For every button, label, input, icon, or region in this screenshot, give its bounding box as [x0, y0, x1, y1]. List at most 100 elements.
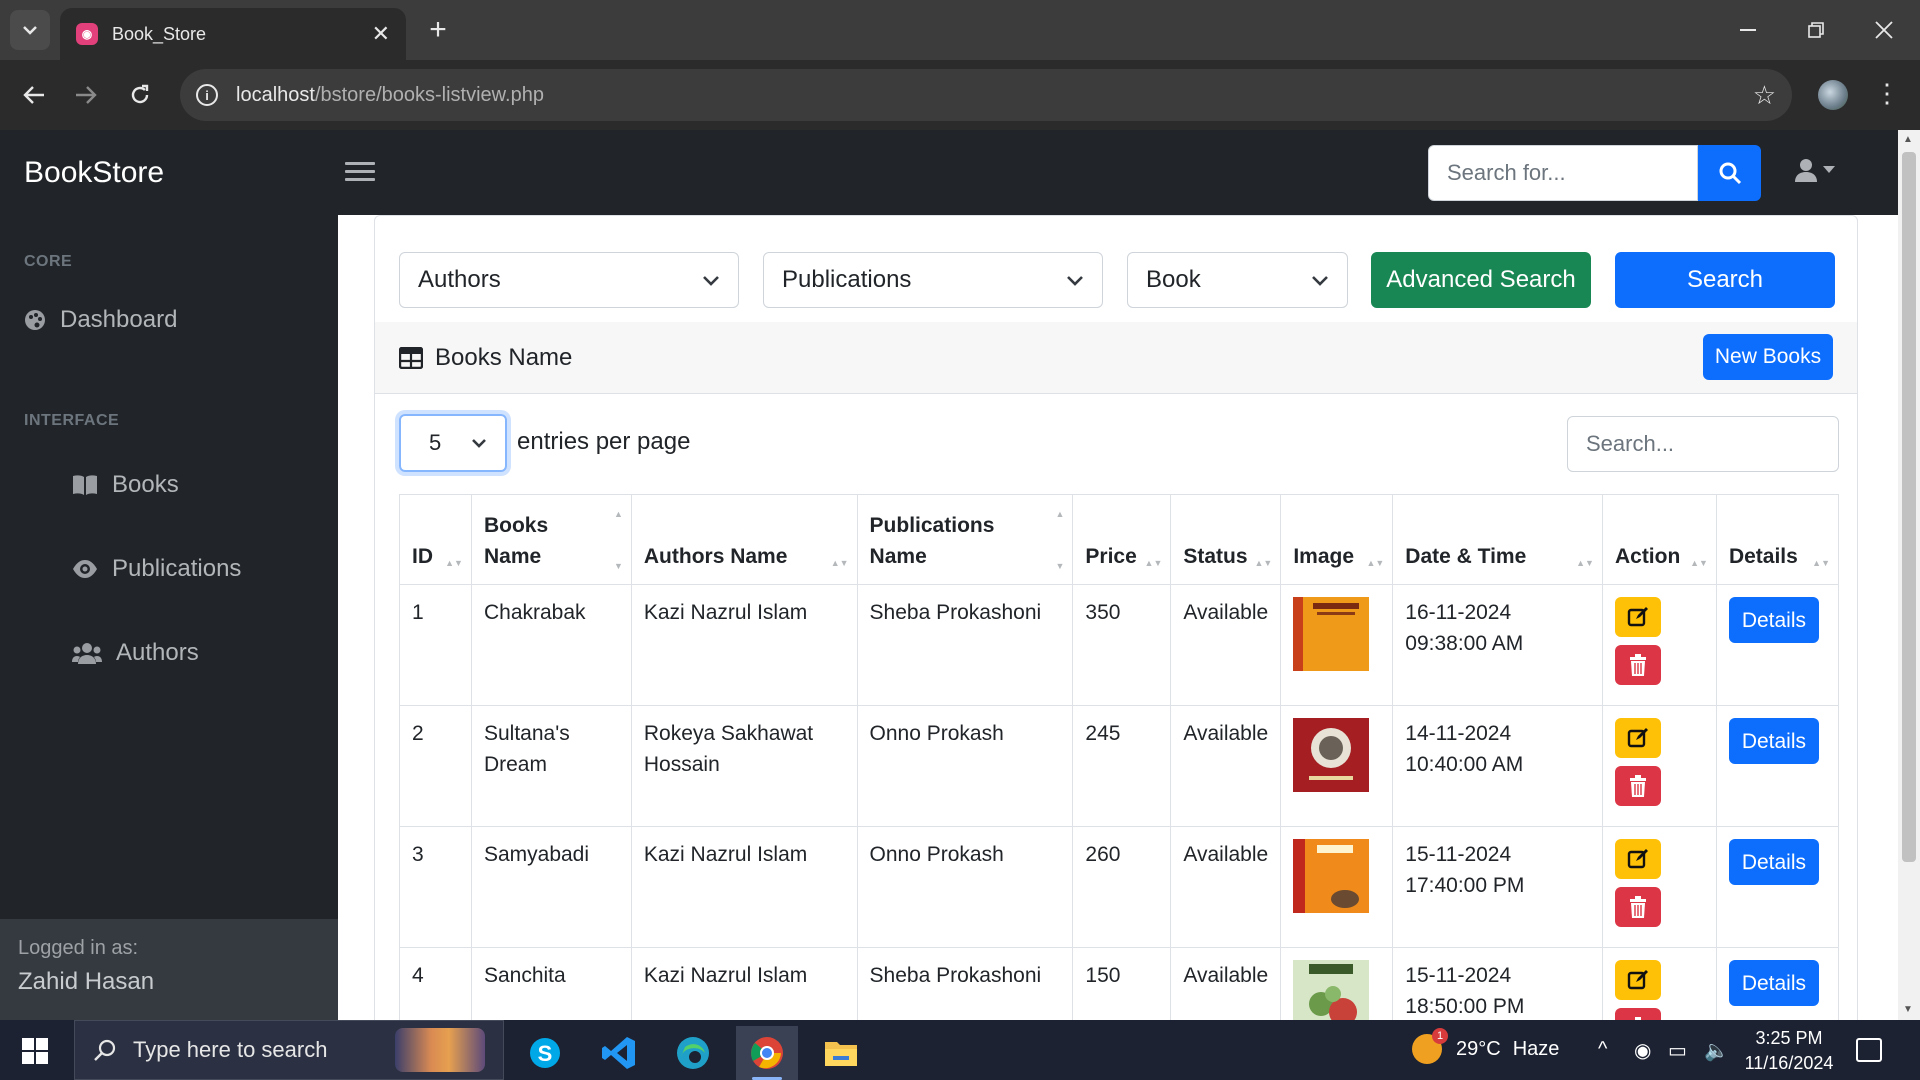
delete-button[interactable]: [1614, 1008, 1661, 1020]
sort-icon: ▲▼: [1254, 558, 1273, 568]
col-header-price[interactable]: Price ▲▼: [1072, 494, 1172, 585]
url-path: /bstore/books-listview.php: [314, 83, 544, 106]
restore-button[interactable]: [1796, 10, 1836, 50]
col-header-authors-name[interactable]: Authors Name ▲▼: [630, 494, 858, 585]
minimize-button[interactable]: [1728, 10, 1768, 50]
edit-button[interactable]: [1614, 839, 1661, 879]
weather-sun-icon: 1: [1412, 1028, 1448, 1064]
cell-author: Kazi Nazrul Islam: [630, 584, 858, 706]
cell-details: Details: [1715, 947, 1840, 1020]
details-button[interactable]: Details: [1728, 597, 1819, 643]
cell-book-name: Samyabadi: [470, 826, 632, 948]
sidebar-item-dashboard[interactable]: Dashboard: [24, 306, 177, 334]
svg-text:S: S: [538, 1041, 553, 1066]
sidebar-item-label: Authors: [116, 639, 199, 666]
users-icon: [72, 642, 102, 664]
scrollbar-thumb[interactable]: [1902, 152, 1916, 862]
edit-icon: [1627, 849, 1648, 869]
cell-publication: Sheba Prokashoni: [856, 947, 1074, 1020]
taskbar-search[interactable]: Type here to search: [74, 1020, 504, 1080]
col-header-publications-name[interactable]: Publications Name ▲ ▼: [856, 494, 1074, 585]
close-icon: [1875, 21, 1893, 39]
delete-button[interactable]: [1614, 887, 1661, 927]
sidebar-item-books[interactable]: Books: [72, 471, 179, 499]
edit-button[interactable]: [1614, 718, 1661, 758]
details-button[interactable]: Details: [1728, 960, 1819, 1006]
col-header-books-name[interactable]: Books Name ▲ ▼: [470, 494, 632, 585]
details-button[interactable]: Details: [1728, 839, 1819, 885]
browser-tab[interactable]: ◉ Book_Store ✕: [60, 8, 406, 60]
chrome-app-icon[interactable]: [736, 1026, 798, 1080]
notification-icon[interactable]: [1856, 1038, 1882, 1062]
chevron-down-icon: [703, 275, 719, 286]
col-header-date-time[interactable]: Date & Time ▲▼: [1392, 494, 1603, 585]
vscode-app-icon[interactable]: [588, 1026, 650, 1080]
restore-icon: [1808, 22, 1824, 38]
page-scrollbar[interactable]: ▲ ▼: [1898, 130, 1920, 1020]
user-dropdown[interactable]: [1795, 158, 1835, 182]
site-info-icon[interactable]: i: [196, 84, 218, 106]
address-bar[interactable]: i localhost/bstore/books-listview.php ☆: [180, 69, 1792, 121]
advanced-search-button[interactable]: Advanced Search: [1371, 252, 1591, 308]
col-header-action[interactable]: Action ▲▼: [1601, 494, 1717, 585]
url-text[interactable]: localhost/bstore/books-listview.php: [236, 84, 1753, 107]
cell-status: Available: [1170, 584, 1282, 706]
date-text: 16-11-2024: [1405, 601, 1512, 624]
back-button[interactable]: [14, 75, 54, 115]
clock-time: 3:25 PM: [1755, 1028, 1823, 1048]
reload-button[interactable]: [120, 75, 160, 115]
table-search-input[interactable]: [1567, 416, 1839, 472]
taskbar-clock[interactable]: 3:25 PM 11/16/2024: [1734, 1026, 1844, 1076]
tray-chevron-up-icon[interactable]: ^: [1598, 1038, 1607, 1061]
details-button[interactable]: Details: [1728, 718, 1819, 764]
sidebar-toggle-icon[interactable]: [345, 156, 375, 186]
cell-price: 245: [1072, 705, 1172, 827]
search-button[interactable]: Search: [1615, 252, 1835, 308]
browser-menu-icon[interactable]: ⋮: [1872, 78, 1902, 109]
close-window-button[interactable]: [1864, 10, 1904, 50]
edit-button[interactable]: [1614, 597, 1661, 637]
tab-close-icon[interactable]: ✕: [372, 21, 390, 47]
delete-button[interactable]: [1614, 645, 1661, 685]
sidebar-item-authors[interactable]: Authors: [72, 639, 199, 667]
sort-icon: ▲▼: [1144, 558, 1163, 568]
file-explorer-app-icon[interactable]: [810, 1026, 872, 1080]
edge-app-icon[interactable]: [662, 1026, 724, 1080]
col-header-label: Details: [1728, 545, 1798, 568]
col-header-image[interactable]: Image ▲▼: [1280, 494, 1394, 585]
col-header-details[interactable]: Details ▲▼: [1715, 494, 1840, 585]
cell-status: Available: [1170, 826, 1282, 948]
scroll-up-icon[interactable]: ▲: [1903, 134, 1913, 145]
weather-widget[interactable]: 1 29°C Haze: [1412, 1028, 1559, 1064]
cell-status: Available: [1170, 705, 1282, 827]
delete-button[interactable]: [1614, 766, 1661, 806]
navbar-search-button[interactable]: [1698, 145, 1761, 201]
windows-start-icon[interactable]: [22, 1038, 48, 1064]
book-select[interactable]: Book: [1127, 252, 1348, 308]
card-header: Books Name New Books: [375, 322, 1857, 394]
col-header-label: Action: [1614, 545, 1681, 568]
navbar-search-input[interactable]: [1428, 145, 1698, 201]
skype-app-icon[interactable]: S: [514, 1026, 576, 1080]
col-header-status[interactable]: Status ▲▼: [1170, 494, 1282, 585]
battery-icon[interactable]: ▭: [1668, 1038, 1687, 1063]
edit-button[interactable]: [1614, 960, 1661, 1000]
profile-avatar[interactable]: [1818, 80, 1848, 110]
col-header-id[interactable]: ID ▲▼: [399, 494, 472, 585]
brand-logo[interactable]: BookStore: [24, 156, 164, 190]
table-row: 4 Sanchita Kazi Nazrul Islam Sheba Proka…: [399, 947, 1840, 1020]
entries-per-page-select[interactable]: 5: [399, 414, 507, 472]
location-icon[interactable]: ◉: [1634, 1038, 1651, 1063]
authors-select[interactable]: Authors: [399, 252, 739, 308]
publications-select[interactable]: Publications: [763, 252, 1103, 308]
favicon-icon: ◉: [76, 23, 98, 45]
forward-button[interactable]: [66, 75, 106, 115]
new-tab-button[interactable]: +: [420, 12, 456, 48]
new-books-button[interactable]: New Books: [1703, 334, 1833, 380]
tab-search-button[interactable]: [10, 10, 50, 50]
cell-price: 260: [1072, 826, 1172, 948]
sidebar-item-publications[interactable]: Publications: [72, 555, 241, 583]
volume-icon[interactable]: 🔈: [1704, 1038, 1729, 1063]
scroll-down-icon[interactable]: ▼: [1903, 1004, 1913, 1015]
bookmark-star-icon[interactable]: ☆: [1753, 80, 1776, 111]
